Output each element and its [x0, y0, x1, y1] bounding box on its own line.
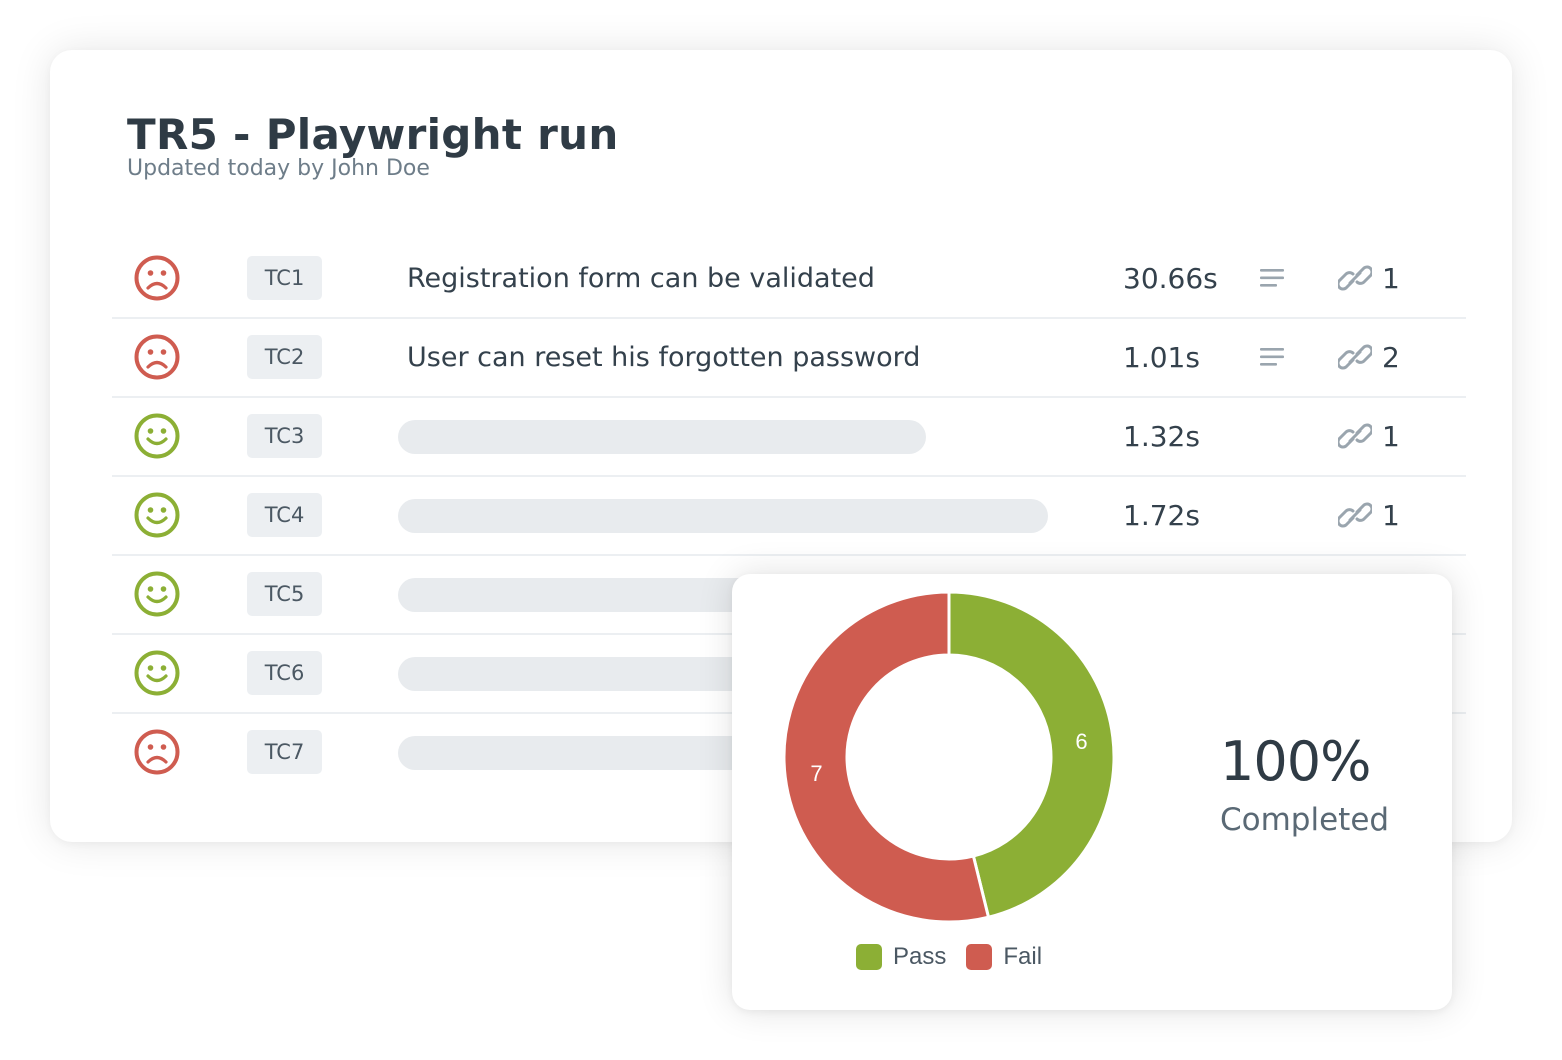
legend-item-fail[interactable]: Fail — [966, 943, 1042, 971]
legend-swatch — [966, 944, 993, 970]
happy-face-icon — [134, 413, 180, 459]
legend-swatch — [856, 944, 882, 970]
link-icon[interactable] — [1336, 501, 1374, 529]
completion-label: Completed — [1220, 802, 1390, 838]
notes-icon[interactable] — [1260, 268, 1286, 288]
test-case-id-badge: TC3 — [247, 414, 322, 458]
happy-face-icon — [134, 492, 180, 538]
legend-label: Pass — [893, 943, 947, 970]
test-case-id-badge: TC2 — [247, 335, 322, 379]
sad-face-icon — [134, 255, 180, 301]
link-count: 1 — [1382, 420, 1400, 453]
sad-face-icon — [134, 729, 180, 775]
test-case-id-badge: TC5 — [247, 572, 322, 616]
donut-slice-label-fail: 7 — [810, 761, 822, 786]
happy-face-icon — [134, 571, 180, 617]
donut-slice-label-pass: 6 — [1075, 729, 1087, 754]
link-icon[interactable] — [1336, 264, 1374, 292]
test-case-name-placeholder — [398, 499, 1048, 533]
pass-fail-donut-chart: 67 — [782, 590, 1116, 924]
table-row[interactable]: TC3 1.32s 1 — [112, 398, 1466, 477]
completion-percent: 100% — [1220, 730, 1371, 793]
test-duration: 1.01s — [1123, 341, 1200, 374]
table-row[interactable]: TC2 User can reset his forgotten password… — [112, 319, 1466, 398]
test-case-id-badge: TC7 — [247, 730, 322, 774]
notes-icon[interactable] — [1260, 347, 1286, 367]
run-subtitle: Updated today by John Doe — [127, 156, 430, 181]
test-case-name-placeholder — [398, 420, 926, 454]
table-row[interactable]: TC4 1.72s 1 — [112, 477, 1466, 556]
page-title: TR5 - Playwright run — [127, 110, 619, 159]
chart-legend: Pass Fail — [856, 940, 1062, 974]
link-count: 1 — [1382, 499, 1400, 532]
test-case-name[interactable]: Registration form can be validated — [407, 240, 875, 317]
test-case-id-badge: TC1 — [247, 256, 322, 300]
legend-label: Fail — [1003, 943, 1043, 970]
link-icon[interactable] — [1336, 343, 1374, 371]
test-case-id-badge: TC4 — [247, 493, 322, 537]
test-case-id-badge: TC6 — [247, 651, 322, 695]
table-row[interactable]: TC1 Registration form can be validated 30.… — [112, 240, 1466, 319]
test-duration: 1.32s — [1123, 420, 1200, 453]
sad-face-icon — [134, 334, 180, 380]
link-count: 1 — [1382, 262, 1400, 295]
happy-face-icon — [134, 650, 180, 696]
link-icon[interactable] — [1336, 422, 1374, 450]
test-duration: 1.72s — [1123, 499, 1200, 532]
link-count: 2 — [1382, 341, 1400, 374]
test-duration: 30.66s — [1123, 262, 1218, 295]
legend-item-pass[interactable]: Pass — [856, 943, 946, 971]
results-chart-card: 67 Pass Fail 100% Completed — [732, 574, 1452, 1010]
test-case-name[interactable]: User can reset his forgotten password — [407, 319, 920, 396]
